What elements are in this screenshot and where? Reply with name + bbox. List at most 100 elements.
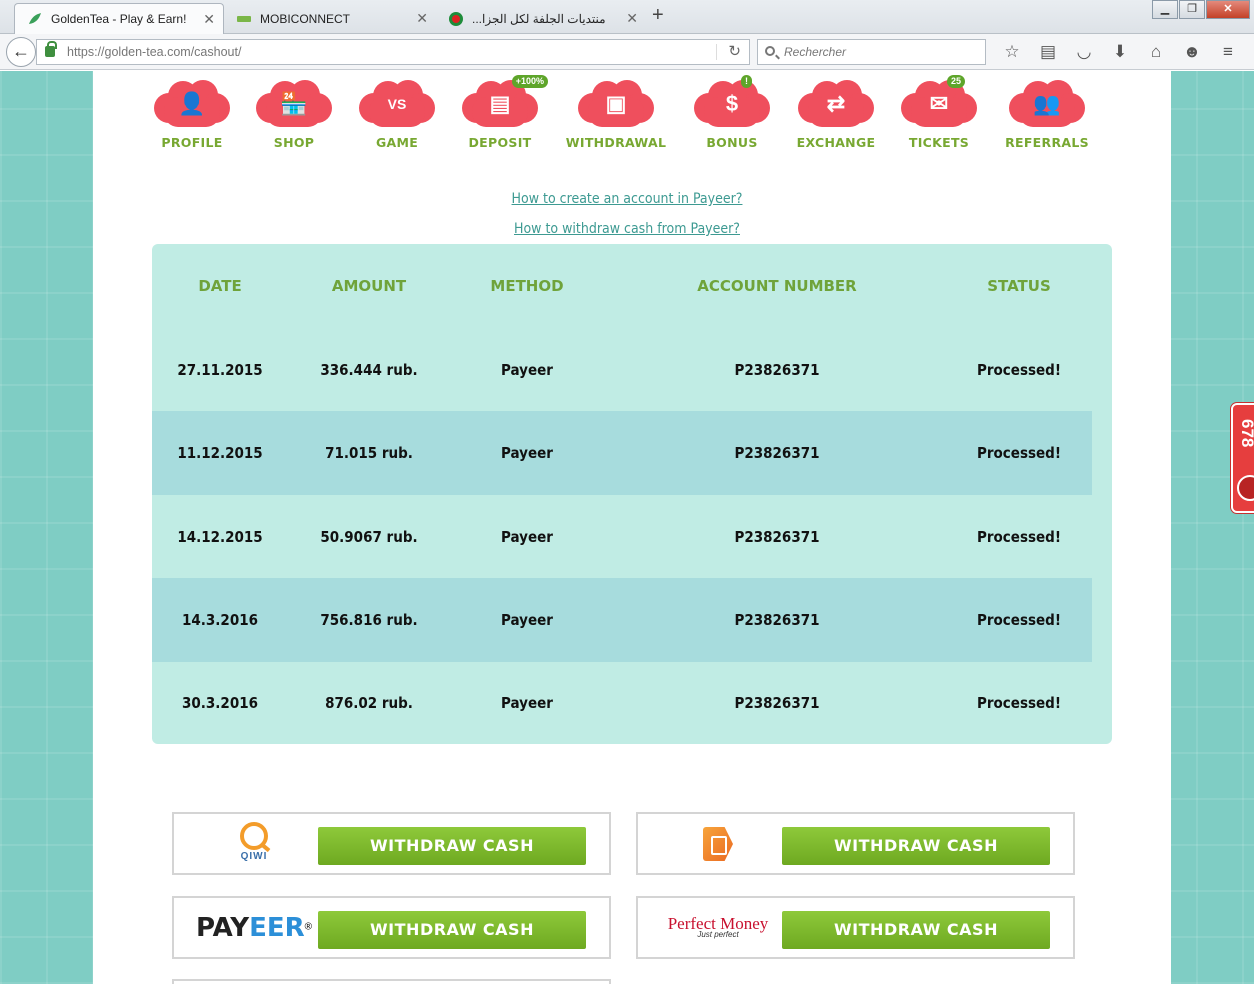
profile-icon: 👤 [178,91,206,116]
referrals-icon: 👥 [1033,91,1061,116]
cell-method: Payeer [501,528,553,546]
help-link-create-account[interactable]: How to create an account in Payeer? [0,184,1254,214]
help-link-withdraw[interactable]: How to withdraw cash from Payeer? [0,214,1254,244]
cell-account: P23826371 [734,694,820,712]
cell-status: Processed! [976,528,1061,546]
withdraw-advcash-button[interactable]: WITHDRAW CASH [782,827,1050,865]
nav-tickets[interactable]: ✉ 25 TICKETS [887,75,991,150]
header-method: METHOD [490,277,564,295]
nav-bonus[interactable]: $ ! BONUS [680,75,784,150]
tab-title: MOBICONNECT [260,11,350,26]
page-viewport: 👤 PROFILE 🏪 SHOP VS GAME ▤ +100% DEPOSIT… [0,71,1254,984]
reload-icon[interactable]: ↻ [728,40,741,64]
cell-amount: 756.816 rub. [320,611,418,629]
withdraw-payeer-button[interactable]: WITHDRAW CASH [318,911,586,949]
tab-bar: GoldenTea - Play & Earn! ✕ MOBICONNECT ✕… [0,0,1254,34]
lock-icon [45,41,57,57]
side-widget-count: 678 [1238,419,1254,448]
url-bar[interactable]: https://golden-tea.com/cashout/ ↻ [36,39,750,65]
cell-status: Processed! [976,611,1061,629]
nav-label: TICKETS [908,135,970,150]
bonus-icon: $ [725,91,739,116]
minimize-icon[interactable]: ▁ [1152,0,1178,19]
withdraw-qiwi-button[interactable]: WITHDRAW CASH [318,827,586,865]
side-widget[interactable]: 678 [1231,403,1254,513]
perfect-money-logo: Perfect Money Just perfect [658,906,778,951]
nav-deposit[interactable]: ▤ +100% DEPOSIT [448,75,552,150]
nav-profile[interactable]: 👤 PROFILE [140,79,244,150]
bonus-badge: ! [741,75,752,88]
close-tab-icon[interactable]: ✕ [416,10,428,27]
deposit-badge: +100% [511,75,548,88]
cell-status: Processed! [976,444,1061,462]
nav-label: EXCHANGE [796,135,876,150]
header-account-number: ACCOUNT NUMBER [697,277,857,295]
tab-mobiconnect[interactable]: MOBICONNECT ✕ [224,3,436,34]
cell-amount: 50.9067 rub. [320,528,418,546]
tab-title: GoldenTea - Play & Earn! [51,12,187,26]
cell-account: P23826371 [734,444,820,462]
pocket-icon[interactable]: ◡ [1066,41,1102,63]
smiley-icon[interactable]: ☻ [1174,41,1210,63]
nav-referrals[interactable]: 👥 REFERRALS [995,79,1099,150]
cell-account: P23826371 [734,361,820,379]
window-controls: ▁ ❐ ✕ [1151,0,1250,19]
tickets-icon: ✉ [929,91,949,116]
cashout-history-table: DATE AMOUNT METHOD ACCOUNT NUMBER STATUS… [152,244,1112,744]
tickets-badge: 25 [946,75,965,88]
table-row: 14.3.2016 756.816 rub. Payeer P23826371 … [152,578,1092,662]
nav-label: SHOP [273,135,315,150]
nav-game[interactable]: VS GAME [345,79,449,150]
url-path: /cashout/ [190,45,242,59]
nav-withdrawal[interactable]: ▣ WITHDRAWAL [564,79,668,150]
close-tab-icon[interactable]: ✕ [203,11,215,28]
shop-icon: 🏪 [280,91,308,116]
nav-label: WITHDRAWAL [565,135,667,150]
tab-goldentea[interactable]: GoldenTea - Play & Earn! ✕ [14,3,224,34]
toolbar-icons: ☆ ▤ ◡ ⬇ ⌂ ☻ ≡ [994,41,1246,63]
mobiconnect-favicon-icon [237,15,251,22]
nav-label: PROFILE [161,135,223,150]
close-tab-icon[interactable]: ✕ [626,10,638,27]
goldentea-favicon-icon [29,13,41,24]
back-arrow-icon[interactable]: ← [6,37,36,67]
cell-account: P23826371 [734,611,820,629]
close-window-icon[interactable]: ✕ [1206,0,1250,19]
nav-shop[interactable]: 🏪 SHOP [242,79,346,150]
home-icon[interactable]: ⌂ [1138,41,1174,63]
bookmark-star-icon[interactable]: ☆ [994,41,1030,63]
nav-label: DEPOSIT [468,135,532,150]
nav-label: GAME [375,135,419,150]
table-row: 11.12.2015 71.015 rub. Payeer P23826371 … [152,411,1092,495]
cell-date: 11.12.2015 [177,444,263,462]
download-icon[interactable]: ⬇ [1102,41,1138,63]
search-input[interactable]: Rechercher [757,39,986,65]
cell-method: Payeer [501,444,553,462]
menu-icon[interactable]: ≡ [1210,41,1246,63]
navigation-toolbar: ← https://golden-tea.com/cashout/ ↻ Rech… [0,34,1254,70]
game-icon: VS [387,96,407,112]
payeer-logo-mark: ® [304,921,313,933]
cell-method: Payeer [501,611,553,629]
wallet-icon: ▣ [605,91,627,116]
restore-icon[interactable]: ❐ [1179,0,1205,19]
qiwi-logo-text: QIWI [240,851,268,862]
reader-icon[interactable]: ▤ [1030,41,1066,63]
cell-date: 14.12.2015 [177,528,263,546]
cell-amount: 71.015 rub. [325,444,413,462]
tab-djelfa-forum[interactable]: منتديات الجلفة لكل الجزا... ✕ [436,3,646,34]
new-tab-icon[interactable]: + [652,4,664,27]
payeer-logo-pay: PAY [195,913,250,943]
cell-date: 27.11.2015 [177,361,263,379]
header-amount: AMOUNT [331,277,407,295]
withdraw-perfect-money-button[interactable]: WITHDRAW CASH [782,911,1050,949]
exchange-icon: ⇄ [826,91,846,116]
table-row: 30.3.2016 876.02 rub. Payeer P23826371 P… [152,661,1092,745]
withdraw-box-partial [172,979,611,984]
payeer-logo-eer: EER [249,913,305,943]
table-header: DATE AMOUNT METHOD ACCOUNT NUMBER STATUS [152,244,1092,328]
cell-method: Payeer [501,361,553,379]
nav-label: REFERRALS [1005,135,1089,150]
main-nav: 👤 PROFILE 🏪 SHOP VS GAME ▤ +100% DEPOSIT… [150,75,1100,155]
nav-exchange[interactable]: ⇄ EXCHANGE [784,79,888,150]
